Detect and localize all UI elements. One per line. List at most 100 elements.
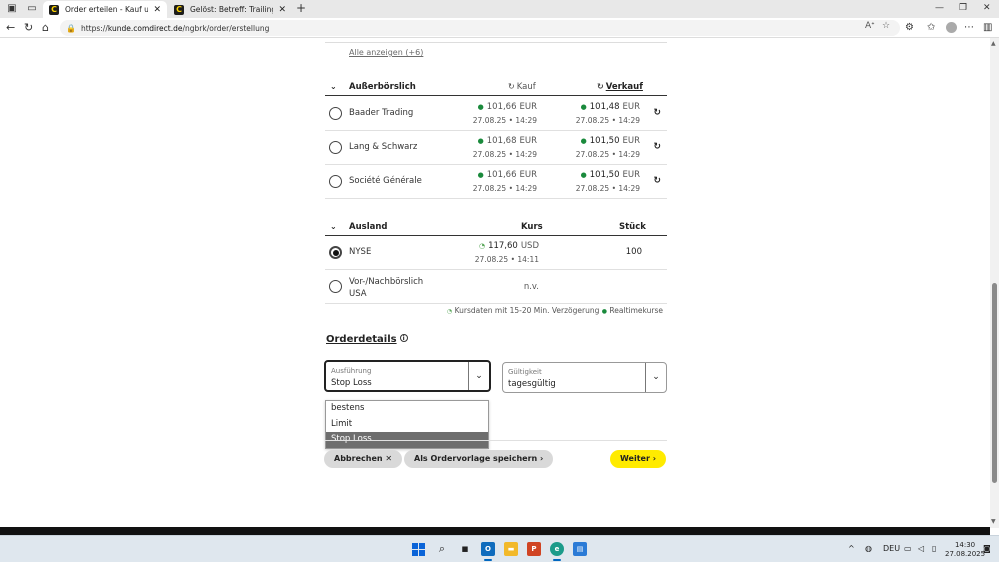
next-button[interactable]: Weiter › — [610, 450, 666, 468]
refresh-quote-icon[interactable]: ↻ — [653, 142, 661, 152]
more-menu-icon[interactable]: ⋯ — [964, 22, 974, 33]
sell-price: ● 101,50 EUR — [580, 136, 640, 146]
tab-title: Order erteilen - Kauf und Verkauf — [65, 5, 149, 14]
edge-browser-icon[interactable]: e — [550, 542, 564, 561]
favorite-star-icon[interactable]: ☆ — [882, 21, 890, 31]
scrollbar-thumb[interactable] — [992, 283, 997, 483]
sell-timestamp: 27.08.25 • 14:29 — [575, 150, 640, 159]
network-globe-icon[interactable]: ◍ — [865, 544, 872, 553]
buy-price: ● 101,66 EUR — [477, 102, 537, 112]
workspaces-icon[interactable]: ▣ — [6, 3, 18, 15]
ausfuehrung-dropdown-list: bestens Limit Stop Loss — [325, 400, 489, 449]
read-aloud-icon[interactable]: Aᐩ — [865, 21, 875, 31]
lock-icon[interactable]: 🔒 — [66, 24, 76, 33]
buy-price: ● 101,66 EUR — [477, 170, 537, 180]
sell-price: ● 101,50 EUR — [580, 170, 640, 180]
chevron-right-icon: › — [652, 454, 656, 463]
chevron-down-icon[interactable]: ⌄ — [330, 222, 337, 231]
scroll-down-icon[interactable]: ▼ — [991, 518, 996, 525]
extensions-icon[interactable]: ⚙ — [905, 22, 914, 33]
powerpoint-icon[interactable]: P — [527, 542, 541, 556]
search-icon[interactable]: ⌕ — [435, 542, 449, 556]
refresh-quote-icon[interactable]: ↻ — [653, 176, 661, 186]
section-title: Außerbörslich — [349, 82, 416, 92]
profile-avatar-icon[interactable] — [946, 22, 957, 33]
home-icon[interactable]: ⌂ — [42, 21, 49, 35]
outlook-icon[interactable]: O — [481, 542, 495, 561]
buy-timestamp: 27.08.25 • 14:29 — [472, 150, 537, 159]
notification-icon[interactable]: ◙ — [983, 544, 991, 553]
select-value: tagesgültig — [508, 379, 556, 389]
venue-radio[interactable] — [329, 141, 342, 154]
tab-actions-icon[interactable]: ▭ — [26, 3, 38, 15]
option-limit[interactable]: Limit — [326, 417, 488, 433]
venue-row-baader[interactable]: Baader Trading ● 101,66 EUR 27.08.25 • 14:… — [325, 97, 667, 131]
tab-order-erteilen[interactable]: C Order erteilen - Kauf und Verkauf ✕ — [43, 1, 167, 18]
clock[interactable]: 14:30 27.08.2025 — [945, 541, 985, 559]
venue-row-vor-nachboerslich[interactable]: Vor-/Nachbörslich USA n.v. — [325, 270, 667, 304]
windows-taskbar: ⌕ ▪ O ▬ P e ▤ ^ ◍ DEU ▭ ◁ ▯ 14:30 27.08.2… — [0, 535, 999, 562]
task-view-icon[interactable]: ▪ — [458, 542, 472, 556]
cancel-button[interactable]: Abbrechen ✕ — [324, 450, 403, 468]
column-header-verkauf[interactable]: ↻ Verkauf — [597, 82, 643, 92]
scroll-up-icon[interactable]: ▲ — [991, 40, 996, 47]
restore-icon[interactable]: ❐ — [959, 3, 967, 13]
tray-chevron-up-icon[interactable]: ^ — [848, 544, 855, 553]
minimize-icon[interactable]: — — [935, 3, 944, 13]
venue-row-societe-generale[interactable]: Société Générale ● 101,66 EUR 27.08.25 • 1… — [325, 165, 667, 199]
display-icon[interactable]: ▭ — [904, 544, 912, 553]
remote-app-icon[interactable]: ▤ — [573, 542, 587, 556]
save-template-button[interactable]: Als Ordervorlage speichern › — [404, 450, 554, 468]
page-viewport: Alle anzeigen (+6) ⌄ Außerbörslich ↻ Kauf… — [0, 38, 990, 528]
comdirect-favicon-icon: C — [174, 4, 184, 15]
gueltigkeit-select[interactable]: Gültigkeit tagesgültig ⌄ — [502, 362, 667, 393]
refresh-quote-icon[interactable]: ↻ — [653, 108, 661, 118]
realtime-dot-icon: ● — [580, 171, 587, 179]
realtime-dot-icon: ● — [601, 308, 608, 315]
column-header-kauf[interactable]: ↻ Kauf — [508, 82, 536, 92]
browser-tab-bar: ▣ ▭ C Order erteilen - Kauf und Verkauf … — [0, 0, 999, 18]
window-close-icon[interactable]: ✕ — [983, 3, 991, 13]
venue-row-lang-schwarz[interactable]: Lang & Schwarz ● 101,68 EUR 27.08.25 • 14:… — [325, 131, 667, 165]
quantity: 100 — [625, 247, 642, 257]
new-tab-button[interactable]: + — [296, 1, 306, 15]
venue-radio[interactable] — [329, 107, 342, 120]
chevron-down-icon[interactable]: ⌄ — [330, 82, 337, 91]
chevron-down-icon[interactable]: ⌄ — [645, 363, 666, 392]
close-icon[interactable]: ✕ — [278, 5, 286, 15]
browser-address-bar: ← ↻ ⌂ 🔒 https://kunde.comdirect.de/ngbrk… — [0, 18, 999, 38]
chevron-down-icon[interactable]: ⌄ — [468, 362, 489, 390]
price: ◔ 117,60 USD — [478, 241, 539, 251]
sell-timestamp: 27.08.25 • 14:29 — [575, 184, 640, 193]
close-icon[interactable]: ✕ — [153, 5, 161, 15]
language-indicator[interactable]: DEU — [883, 544, 900, 553]
venue-name: Lang & Schwarz — [349, 142, 418, 152]
ausfuehrung-select[interactable]: Ausführung Stop Loss ⌄ — [324, 360, 491, 392]
info-icon[interactable]: i — [399, 334, 408, 342]
reload-icon[interactable]: ↻ — [24, 21, 33, 35]
favorites-icon[interactable]: ✩ — [927, 22, 935, 33]
venue-radio-selected[interactable] — [329, 246, 342, 259]
sidebar-toggle-icon[interactable]: ▥ — [983, 22, 992, 33]
show-all-link[interactable]: Alle anzeigen (+6) — [349, 48, 423, 57]
buy-timestamp: 27.08.25 • 14:29 — [472, 116, 537, 125]
venue-row-nyse[interactable]: NYSE ◔ 117,60 USD 27.08.25 • 14:11 100 — [325, 236, 667, 270]
back-icon[interactable]: ← — [6, 21, 15, 35]
venue-radio[interactable] — [329, 280, 342, 293]
buy-price: ● 101,68 EUR — [477, 136, 537, 146]
option-bestens[interactable]: bestens — [326, 401, 488, 417]
venue-name: Vor-/Nachbörslich USA — [349, 277, 424, 299]
price-legend-note: ◔ Kursdaten mit 15-20 Min. Verzögerung ●… — [446, 306, 663, 315]
speaker-icon[interactable]: ◁ — [918, 544, 924, 553]
windows-start-icon[interactable] — [412, 543, 425, 556]
realtime-dot-icon: ● — [477, 103, 484, 111]
url-field[interactable]: 🔒 https://kunde.comdirect.de/ngbrk/order… — [60, 20, 900, 36]
vertical-scrollbar[interactable]: ▲ ▼ — [990, 38, 999, 528]
delayed-dot-icon: ◔ — [478, 242, 486, 250]
venue-radio[interactable] — [329, 175, 342, 188]
buy-timestamp: 27.08.25 • 14:29 — [472, 184, 537, 193]
file-explorer-icon[interactable]: ▬ — [504, 542, 518, 556]
tab-geloest-trailing-stop[interactable]: C Gelöst: Betreff: Trailing Stop-Loss ✕ — [168, 1, 292, 18]
battery-icon[interactable]: ▯ — [932, 544, 936, 553]
select-label: Ausführung — [331, 367, 372, 375]
